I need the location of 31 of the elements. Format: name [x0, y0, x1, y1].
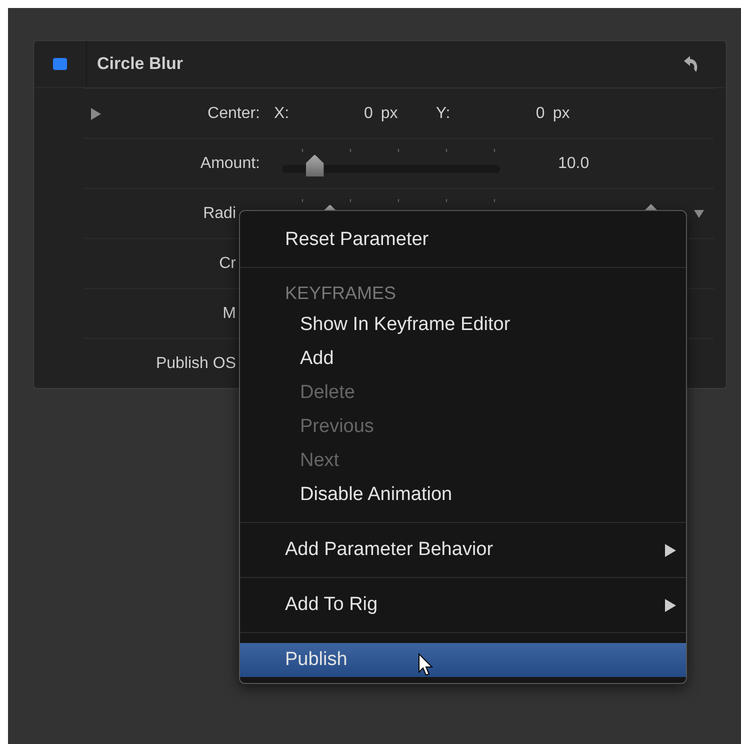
- parameter-label: Cr: [219, 254, 236, 272]
- parameter-label: M: [222, 304, 236, 322]
- submenu-arrow-icon: [665, 598, 676, 612]
- slider-track[interactable]: [282, 164, 500, 172]
- y-label: Y:: [436, 104, 452, 122]
- disclosure-triangle-icon[interactable]: [90, 108, 102, 120]
- unit-label: px: [380, 104, 399, 122]
- value-field[interactable]: 10.0: [558, 154, 590, 172]
- parameter-label: Radi: [203, 204, 236, 222]
- filter-title: Circle Blur: [96, 54, 184, 74]
- parameter-label: Center:: [208, 104, 260, 122]
- menu-section-header: KEYFRAMES: [284, 282, 398, 304]
- menu-item[interactable]: Add Parameter Behavior: [240, 533, 686, 567]
- enable-checkbox[interactable]: [53, 58, 67, 70]
- parameter-label: Publish OS: [156, 354, 236, 372]
- x-value[interactable]: 0: [364, 104, 373, 122]
- unit-label: px: [552, 104, 570, 122]
- menu-item[interactable]: Show In Keyframe Editor: [240, 308, 686, 342]
- menu-item[interactable]: Publish: [240, 643, 686, 677]
- menu-item[interactable]: Reset Parameter: [240, 223, 686, 257]
- slider-thumb[interactable]: [306, 154, 324, 176]
- x-label: X:: [274, 104, 290, 122]
- menu-item[interactable]: Disable Animation: [240, 478, 686, 512]
- y-value[interactable]: 0: [536, 104, 545, 122]
- menu-item[interactable]: Add To Rig: [240, 588, 686, 622]
- dropdown-arrow-icon[interactable]: [694, 210, 704, 218]
- mouse-pointer-icon: [418, 653, 434, 677]
- parameter-label: Amount:: [200, 154, 260, 172]
- menu-item[interactable]: Add: [240, 342, 686, 376]
- submenu-arrow-icon: [665, 544, 676, 556]
- reset-arrow-icon[interactable]: [684, 56, 698, 72]
